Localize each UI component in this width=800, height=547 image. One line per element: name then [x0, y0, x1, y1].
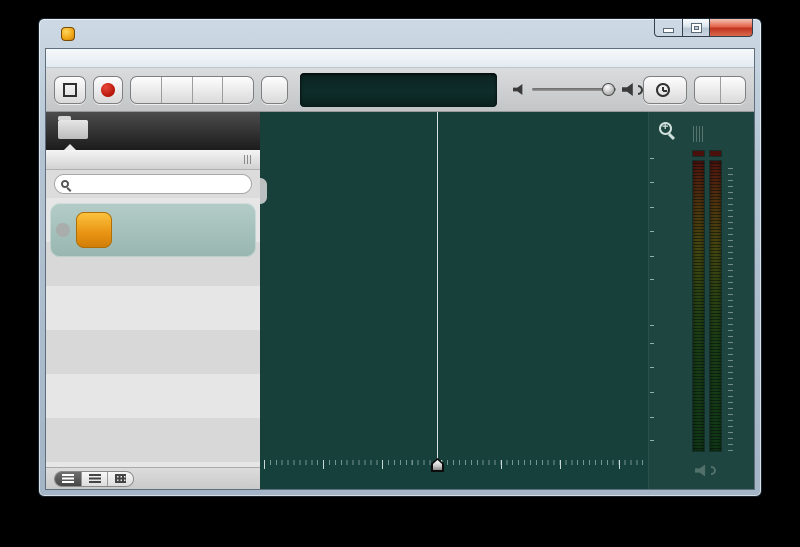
sidebar — [46, 112, 260, 489]
peak-indicator-left — [692, 150, 705, 157]
info-button[interactable] — [261, 76, 288, 104]
close-button[interactable] — [710, 19, 753, 37]
record-icon — [101, 83, 115, 97]
fast-forward-button[interactable] — [192, 77, 223, 103]
search-icon — [61, 180, 69, 188]
db-scale-ticks — [728, 168, 733, 454]
file-check-icon — [56, 223, 70, 237]
play-button[interactable] — [131, 77, 162, 103]
music-note-icon — [76, 212, 112, 248]
panel-grip[interactable] — [693, 126, 703, 142]
maximize-button[interactable] — [683, 19, 710, 37]
sidebar-tab-strip — [46, 112, 260, 150]
app-window — [38, 18, 762, 497]
file-list-item[interactable] — [50, 203, 256, 257]
clock-icon — [656, 83, 670, 97]
toolbar — [46, 68, 754, 112]
history-nav-group — [694, 76, 746, 104]
detailed-list-icon — [62, 474, 74, 483]
volume-slider-knob[interactable] — [602, 83, 615, 96]
scale-meter-panel — [648, 112, 754, 489]
time-axis-minor-ticks — [260, 460, 650, 465]
menu-bar — [46, 49, 754, 68]
grid-icon — [115, 474, 126, 483]
view-detailed-button[interactable] — [55, 472, 81, 486]
rewind-button[interactable] — [161, 77, 192, 103]
monitor-speaker-icon[interactable] — [695, 464, 709, 477]
level-meter-left — [692, 160, 705, 452]
file-list — [46, 198, 260, 467]
volume-control — [513, 83, 643, 97]
minimize-button[interactable] — [654, 19, 683, 37]
search-row — [46, 170, 260, 198]
time-axis[interactable] — [260, 460, 650, 489]
waveform-editor — [260, 112, 754, 489]
monitor-speaker-waves-icon — [711, 466, 716, 475]
active-tab-indicator — [64, 144, 76, 150]
minimize-icon — [664, 29, 673, 32]
skip-to-start-icon — [63, 83, 77, 97]
playback-cursor — [437, 112, 438, 460]
panel-header[interactable] — [46, 150, 260, 170]
speaker-low-icon — [513, 84, 526, 96]
time-display[interactable] — [300, 73, 497, 107]
amplitude-scale-left — [649, 150, 693, 320]
view-mode-bar — [46, 467, 260, 489]
zoom-icon[interactable] — [659, 122, 672, 135]
waveform-overview[interactable] — [260, 112, 650, 150]
level-meter-right — [709, 160, 722, 452]
search-input[interactable] — [73, 178, 245, 190]
view-grid-button[interactable] — [107, 472, 133, 486]
app-icon — [61, 27, 75, 41]
time-format-button[interactable] — [643, 76, 687, 104]
opened-files-folder-icon[interactable] — [58, 120, 88, 139]
volume-slider[interactable] — [532, 88, 616, 91]
view-list-button[interactable] — [81, 472, 107, 486]
forward-button[interactable] — [720, 77, 745, 103]
stop-button[interactable] — [222, 77, 253, 103]
record-button[interactable] — [93, 76, 123, 104]
sidebar-collapse-handle[interactable] — [260, 178, 267, 204]
time-units — [310, 98, 352, 106]
waveform-channel-right[interactable] — [260, 320, 650, 460]
waveform-channel-left[interactable] — [260, 150, 650, 320]
peak-indicator-right — [709, 150, 722, 157]
search-box[interactable] — [54, 174, 252, 194]
title-bar[interactable] — [39, 19, 761, 48]
maximize-icon — [692, 24, 701, 32]
panel-drag-grip[interactable] — [244, 155, 252, 164]
list-icon — [89, 474, 101, 483]
speaker-high-icon — [622, 83, 637, 97]
transport-group — [130, 76, 254, 104]
back-button[interactable] — [695, 77, 720, 103]
amplitude-scale-right — [649, 320, 693, 460]
skip-to-start-button[interactable] — [54, 76, 86, 104]
